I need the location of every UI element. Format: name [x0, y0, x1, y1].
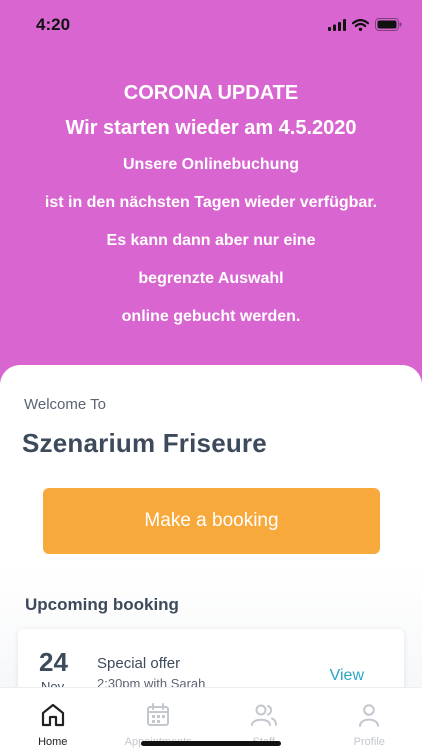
- status-icons: [328, 18, 402, 36]
- banner-line: Es kann dann aber nur eine: [106, 232, 316, 249]
- welcome-label: Welcome To: [24, 396, 106, 413]
- status-bar: 4:20: [0, 0, 422, 50]
- wifi-icon: [351, 18, 370, 36]
- banner-title: CORONA UPDATE: [123, 82, 299, 104]
- banner-line: ist in den nächsten Tagen wieder verfügb…: [44, 194, 378, 211]
- tab-profile[interactable]: Profile: [317, 688, 422, 750]
- banner-subtitle: Wir starten wieder am 4.5.2020: [65, 117, 357, 139]
- battery-icon: [375, 18, 402, 36]
- tab-label: Home: [38, 736, 68, 748]
- make-booking-button[interactable]: Make a booking: [43, 488, 380, 554]
- calendar-icon: [145, 702, 171, 733]
- tab-label: Profile: [353, 736, 385, 748]
- upcoming-booking-title: Upcoming booking: [25, 595, 179, 614]
- booking-day: 24: [39, 647, 68, 677]
- corona-banner: CORONA UPDATE Wir starten wieder am 4.5.…: [0, 78, 422, 336]
- signal-icon: [328, 18, 346, 36]
- home-indicator: [141, 741, 281, 746]
- banner-line: Unsere Onlinebuchung: [122, 156, 299, 173]
- booking-title: Special offer: [97, 655, 181, 672]
- staff-icon: [250, 702, 278, 733]
- banner-line: online gebucht werden.: [121, 308, 301, 325]
- home-icon: [40, 702, 66, 733]
- tab-home[interactable]: Home: [0, 688, 106, 750]
- view-booking-link[interactable]: View: [330, 667, 364, 685]
- profile-icon: [356, 702, 382, 733]
- salon-name: Szenarium Friseure: [22, 428, 267, 458]
- status-time: 4:20: [36, 15, 71, 34]
- banner-line: begrenzte Auswahl: [138, 270, 284, 287]
